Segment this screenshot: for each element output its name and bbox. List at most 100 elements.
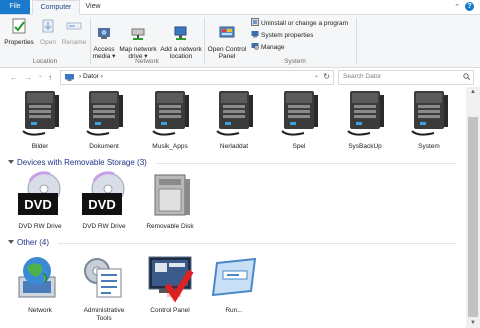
tab-computer[interactable]: Computer: [32, 0, 80, 15]
dvd-drive-item[interactable]: DVD DVD RW Drive: [73, 171, 135, 243]
group-header-removable-label: Devices with Removable Storage (3): [17, 158, 147, 167]
dvd-drive-item-label: DVD RW Drive: [18, 223, 62, 230]
administrative-tools-item-label: Administrative Tools: [83, 307, 125, 322]
refresh-icon[interactable]: ↻: [323, 72, 330, 81]
computer-icon: [65, 74, 74, 81]
ribbon-tabs: File Computer View ⌃ ?: [0, 0, 480, 15]
collapse-caret-icon: [8, 160, 14, 164]
drive-item[interactable]: SysBackUp: [334, 89, 396, 163]
rename-button[interactable]: Rename: [60, 17, 88, 46]
hard-drive-icon: [139, 89, 201, 137]
hard-drive-icon: [73, 89, 135, 137]
tab-file[interactable]: File: [0, 0, 30, 14]
search-icon: [463, 73, 470, 80]
drive-item[interactable]: Musik_Apps: [139, 89, 201, 163]
dvd-logo-text: DVD: [88, 197, 115, 212]
drive-item-label: Spel: [292, 143, 306, 150]
run-item[interactable]: Run...: [203, 253, 265, 327]
scroll-up-icon[interactable]: ▲: [466, 89, 480, 95]
collapse-ribbon-icon[interactable]: ⌃: [454, 3, 460, 11]
system-properties-icon: [251, 31, 259, 38]
group-system: Open Control Panel Uninstall or change a…: [205, 15, 355, 67]
search-placeholder: Search Dator: [343, 73, 382, 80]
rename-icon: [66, 22, 82, 30]
group-header-removable[interactable]: Devices with Removable Storage (3): [8, 158, 458, 168]
removable-disk-item[interactable]: Removable Disk: [139, 171, 201, 243]
dvd-drive-item-label: DVD RW Drive: [82, 223, 126, 230]
manage-label: Manage: [261, 44, 285, 51]
properties-icon: [12, 18, 26, 34]
system-group-label: System: [284, 58, 306, 65]
drive-item[interactable]: Nerladdat: [203, 89, 265, 163]
media-icon: [98, 28, 110, 39]
drive-item[interactable]: Dokument: [73, 89, 135, 163]
add-network-location-button[interactable]: Add a network location: [159, 17, 203, 60]
tab-view[interactable]: View: [80, 0, 106, 14]
access-media-button[interactable]: Access media ▾: [91, 17, 117, 60]
manage-button[interactable]: Manage: [251, 42, 285, 52]
dvd-drive-item[interactable]: DVD DVD RW Drive: [9, 171, 71, 243]
uninstall-program-button[interactable]: Uninstall or change a program: [251, 18, 348, 28]
system-properties-label: System properties: [261, 32, 314, 39]
hard-drive-icon: [268, 89, 330, 137]
drive-item[interactable]: Spel: [268, 89, 330, 163]
recent-locations-icon[interactable]: ⌄: [38, 72, 43, 79]
run-icon: [203, 253, 265, 303]
open-button[interactable]: Open: [36, 17, 60, 46]
uninstall-label: Uninstall or change a program: [261, 20, 349, 27]
drive-item[interactable]: System: [398, 89, 460, 163]
breadcrumb-computer[interactable]: Dator: [83, 73, 99, 80]
search-input[interactable]: Search Dator: [338, 70, 474, 85]
network-item[interactable]: Network: [9, 253, 71, 327]
help-icon[interactable]: ?: [465, 2, 474, 11]
breadcrumb[interactable]: › Dator ›: [79, 73, 103, 80]
administrative-tools-icon: [73, 253, 135, 303]
drive-item-label: Musik_Apps: [152, 143, 188, 150]
address-bar[interactable]: › Dator › ⌄ ↻: [60, 70, 334, 85]
map-network-drive-button[interactable]: Map network drive ▾: [117, 17, 159, 60]
network-icon: [9, 253, 71, 303]
group-header-other[interactable]: Other (4): [8, 238, 458, 248]
network-drive-icon: [131, 28, 145, 40]
ribbon-separator: [356, 18, 357, 64]
location-group-label: Location: [32, 58, 58, 65]
group-location: Properties Open Rename Location: [0, 15, 90, 67]
removable-disk-icon: [139, 171, 201, 221]
administrative-tools-item[interactable]: Administrative Tools: [73, 253, 135, 327]
back-icon[interactable]: ←: [10, 73, 18, 82]
address-dropdown-icon[interactable]: ⌄: [314, 72, 319, 79]
run-item-label: Run...: [225, 307, 243, 314]
system-properties-button[interactable]: System properties: [251, 30, 313, 40]
hard-drive-icon: [203, 89, 265, 137]
network-group-label: Network: [135, 58, 159, 65]
group-header-other-label: Other (4): [17, 238, 50, 247]
dvd-logo-text: DVD: [24, 197, 51, 212]
scrollbar-thumb[interactable]: [468, 117, 478, 317]
drive-item-label: Nerladdat: [219, 143, 249, 150]
hard-drive-icon: [398, 89, 460, 137]
control-panel-item-label: Control Panel: [150, 307, 190, 314]
removable-disk-item-label: Removable Disk: [146, 223, 194, 230]
network-location-icon: [174, 26, 187, 40]
hard-drive-icon: [334, 89, 396, 137]
control-panel-item[interactable]: Control Panel: [139, 253, 201, 327]
address-bar-row: ← → ⌄ ↑ › Dator › ⌄ ↻ Search Dator: [0, 68, 480, 86]
open-control-panel-button[interactable]: Open Control Panel: [207, 17, 247, 60]
scroll-down-icon[interactable]: ▼: [466, 320, 480, 326]
open-icon: [42, 19, 54, 33]
forward-icon[interactable]: →: [24, 73, 32, 82]
drive-item-label: Bilder: [31, 143, 49, 150]
dvd-drive-icon: DVD: [9, 171, 71, 221]
uninstall-icon: [251, 18, 259, 26]
properties-label: Properties: [4, 39, 34, 46]
vertical-scrollbar[interactable]: ▲ ▼: [466, 87, 480, 328]
drive-item[interactable]: Bilder: [9, 89, 71, 163]
control-panel-icon: [219, 26, 235, 38]
properties-button[interactable]: Properties: [4, 17, 34, 46]
drive-item-label: Dokument: [89, 143, 119, 150]
group-divider: [156, 163, 456, 164]
file-view: Bilder Dokument Musik_Apps Nerladdat Spel Sys…: [0, 87, 466, 328]
dvd-drive-icon: DVD: [73, 171, 135, 221]
group-network: Access media ▾ Map network drive ▾ Add a…: [91, 15, 203, 67]
up-icon[interactable]: ↑: [48, 73, 52, 82]
